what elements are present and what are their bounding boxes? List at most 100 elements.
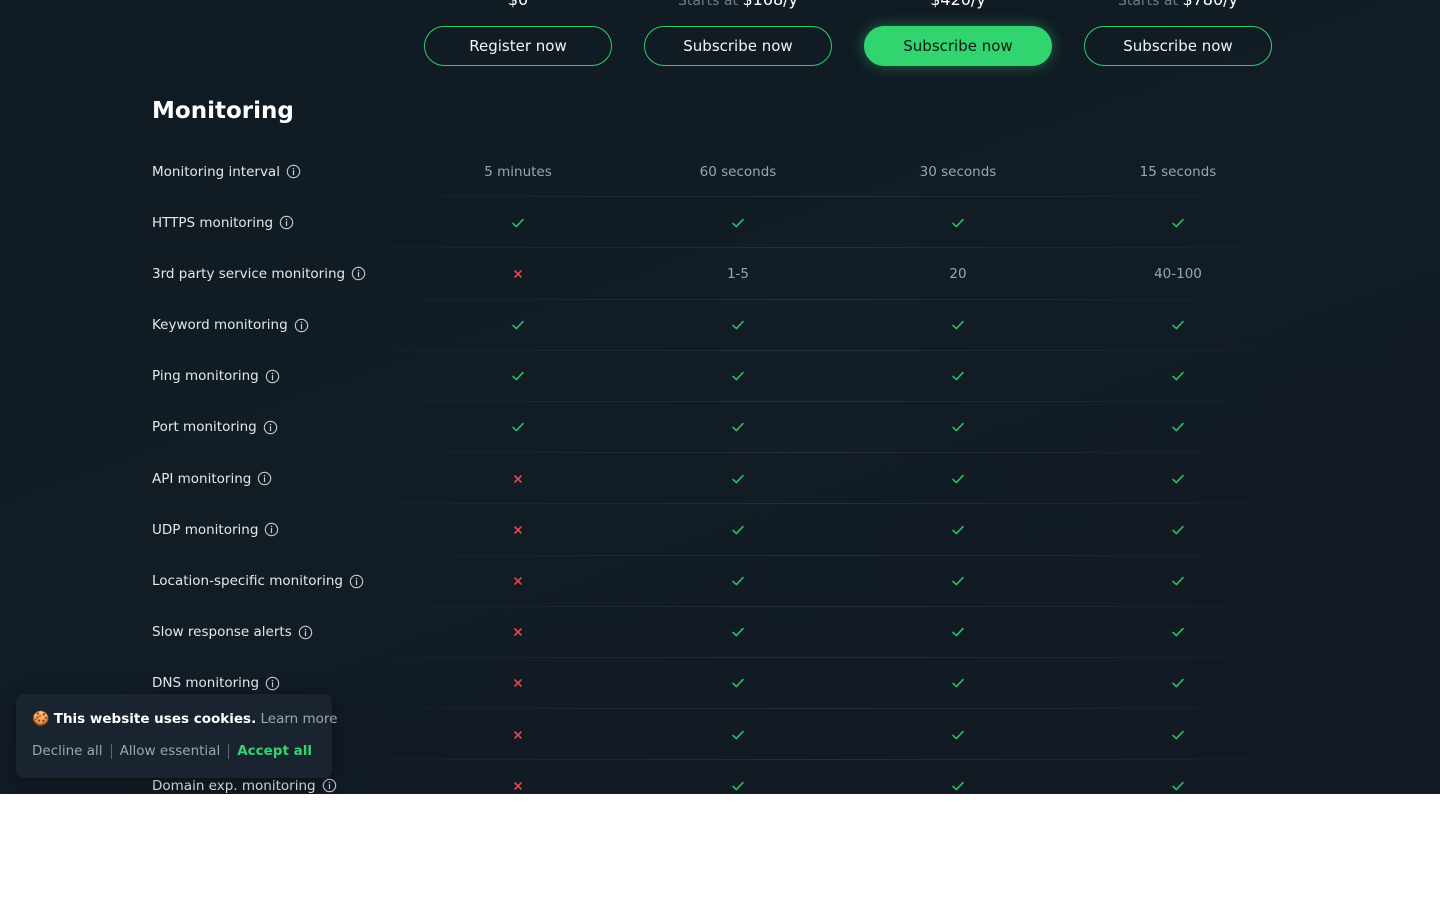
check-icon — [864, 607, 1052, 658]
decline-all-button[interactable]: Decline all — [32, 743, 103, 759]
check-icon — [864, 709, 1052, 760]
cross-icon — [424, 658, 612, 709]
table-cell: 15 seconds — [1139, 163, 1217, 180]
check-icon — [644, 556, 832, 607]
price-prefix: Starts at — [1117, 0, 1183, 9]
accept-all-button[interactable]: Accept all — [237, 743, 312, 759]
price-value: $168/y — [742, 0, 798, 9]
check-icon — [864, 197, 1052, 248]
check-icon — [864, 453, 1052, 504]
plan-cta-row: Register now Subscribe now Subscribe now Su… — [0, 26, 1440, 66]
check-icon — [644, 709, 832, 760]
subscribe-now-button[interactable]: Subscribe now — [644, 26, 832, 66]
table-row: 3rd party service monitoring 1-5 20 40-100 — [152, 248, 1252, 300]
cross-icon — [424, 607, 612, 658]
check-icon — [644, 760, 832, 794]
table-row: Port monitoring — [152, 402, 1252, 454]
feature-label: Keyword monitoring — [152, 300, 309, 351]
check-icon — [1084, 453, 1272, 504]
info-icon[interactable] — [264, 522, 279, 537]
check-icon — [424, 300, 612, 351]
price-value: $780/y — [1182, 0, 1238, 9]
table-cell: 60 seconds — [699, 163, 777, 180]
feature-label: Ping monitoring — [152, 351, 280, 402]
price-value: $420/y — [930, 0, 986, 9]
table-cell: 1-5 — [726, 265, 750, 282]
allow-essential-button[interactable]: Allow essential — [120, 743, 221, 759]
check-icon — [1084, 351, 1272, 402]
feature-label-text: HTTPS monitoring — [152, 214, 274, 231]
feature-label-text: Location-specific monitoring — [152, 573, 343, 589]
check-icon — [1084, 607, 1272, 658]
check-icon — [644, 658, 832, 709]
feature-label: HTTPS monitoring — [152, 197, 294, 248]
info-icon[interactable] — [351, 266, 366, 281]
subscribe-now-button[interactable]: Subscribe now — [864, 26, 1052, 66]
check-icon — [644, 300, 832, 351]
info-icon[interactable] — [257, 471, 272, 486]
check-icon — [1084, 402, 1272, 453]
plan-price: $0 — [424, 0, 612, 9]
info-icon[interactable] — [279, 215, 294, 230]
cookie-message: This website uses cookies. — [53, 711, 257, 727]
check-icon — [1084, 197, 1272, 248]
check-icon — [644, 607, 832, 658]
feature-label-text: Port monitoring — [152, 419, 257, 436]
check-icon — [424, 197, 612, 248]
section-title: Monitoring — [152, 98, 294, 124]
info-icon[interactable] — [322, 778, 337, 793]
plan-price: Starts at $168/y — [644, 0, 832, 9]
feature-label-text: DNS monitoring — [152, 675, 260, 692]
feature-label: Port monitoring — [152, 402, 278, 453]
info-icon[interactable] — [263, 420, 278, 435]
check-icon — [864, 402, 1052, 453]
feature-label-text: Domain exp. monitoring — [152, 777, 316, 794]
subscribe-now-button[interactable]: Subscribe now — [1084, 26, 1272, 66]
check-icon — [864, 504, 1052, 555]
info-icon[interactable] — [265, 369, 280, 384]
learn-more-link[interactable]: Learn more — [261, 711, 338, 727]
info-icon[interactable] — [294, 318, 309, 333]
check-icon — [644, 197, 832, 248]
check-icon — [864, 760, 1052, 794]
info-icon[interactable] — [265, 676, 280, 691]
check-icon — [424, 402, 612, 453]
table-cell: 5 minutes — [484, 163, 552, 180]
table-row: Location-specific monitoring — [152, 556, 1252, 607]
table-cell: 40-100 — [1154, 265, 1202, 282]
cookie-icon: 🍪 — [32, 711, 50, 727]
table-cell: 30 seconds — [919, 163, 997, 180]
cross-icon — [424, 453, 612, 504]
table-row: Ping monitoring — [152, 351, 1252, 403]
check-icon — [1084, 556, 1272, 607]
price-prefix: Starts at — [677, 0, 743, 9]
check-icon — [1084, 709, 1272, 760]
plan-price: Starts at $780/y — [1084, 0, 1272, 9]
check-icon — [864, 658, 1052, 709]
table-row: HTTPS monitoring — [152, 197, 1252, 249]
check-icon — [1084, 504, 1272, 555]
cross-icon — [424, 248, 612, 299]
register-now-button[interactable]: Register now — [424, 26, 612, 66]
cross-icon — [424, 709, 612, 760]
table-cell: 20 — [949, 265, 967, 282]
info-icon[interactable] — [286, 164, 301, 179]
cookie-actions: Decline all Allow essential Accept all — [32, 743, 312, 759]
check-icon — [864, 351, 1052, 402]
check-icon — [864, 300, 1052, 351]
feature-label-text: Ping monitoring — [152, 368, 259, 385]
feature-label-text: UDP monitoring — [152, 521, 259, 538]
info-icon[interactable] — [298, 625, 313, 640]
feature-label: Monitoring interval — [152, 146, 301, 197]
feature-label: 3rd party service monitoring — [152, 248, 366, 299]
feature-label-text: Monitoring interval — [152, 163, 280, 180]
feature-label: UDP monitoring — [152, 504, 279, 555]
cross-icon — [424, 556, 612, 607]
info-icon[interactable] — [349, 574, 364, 589]
cookie-message-line: 🍪 This website uses cookies. Learn more — [32, 711, 338, 727]
feature-label: Location-specific monitoring — [152, 556, 364, 607]
feature-label-text: API monitoring — [152, 470, 252, 487]
check-icon — [864, 556, 1052, 607]
table-row: API monitoring — [152, 453, 1252, 505]
feature-label-text: Keyword monitoring — [152, 317, 288, 334]
